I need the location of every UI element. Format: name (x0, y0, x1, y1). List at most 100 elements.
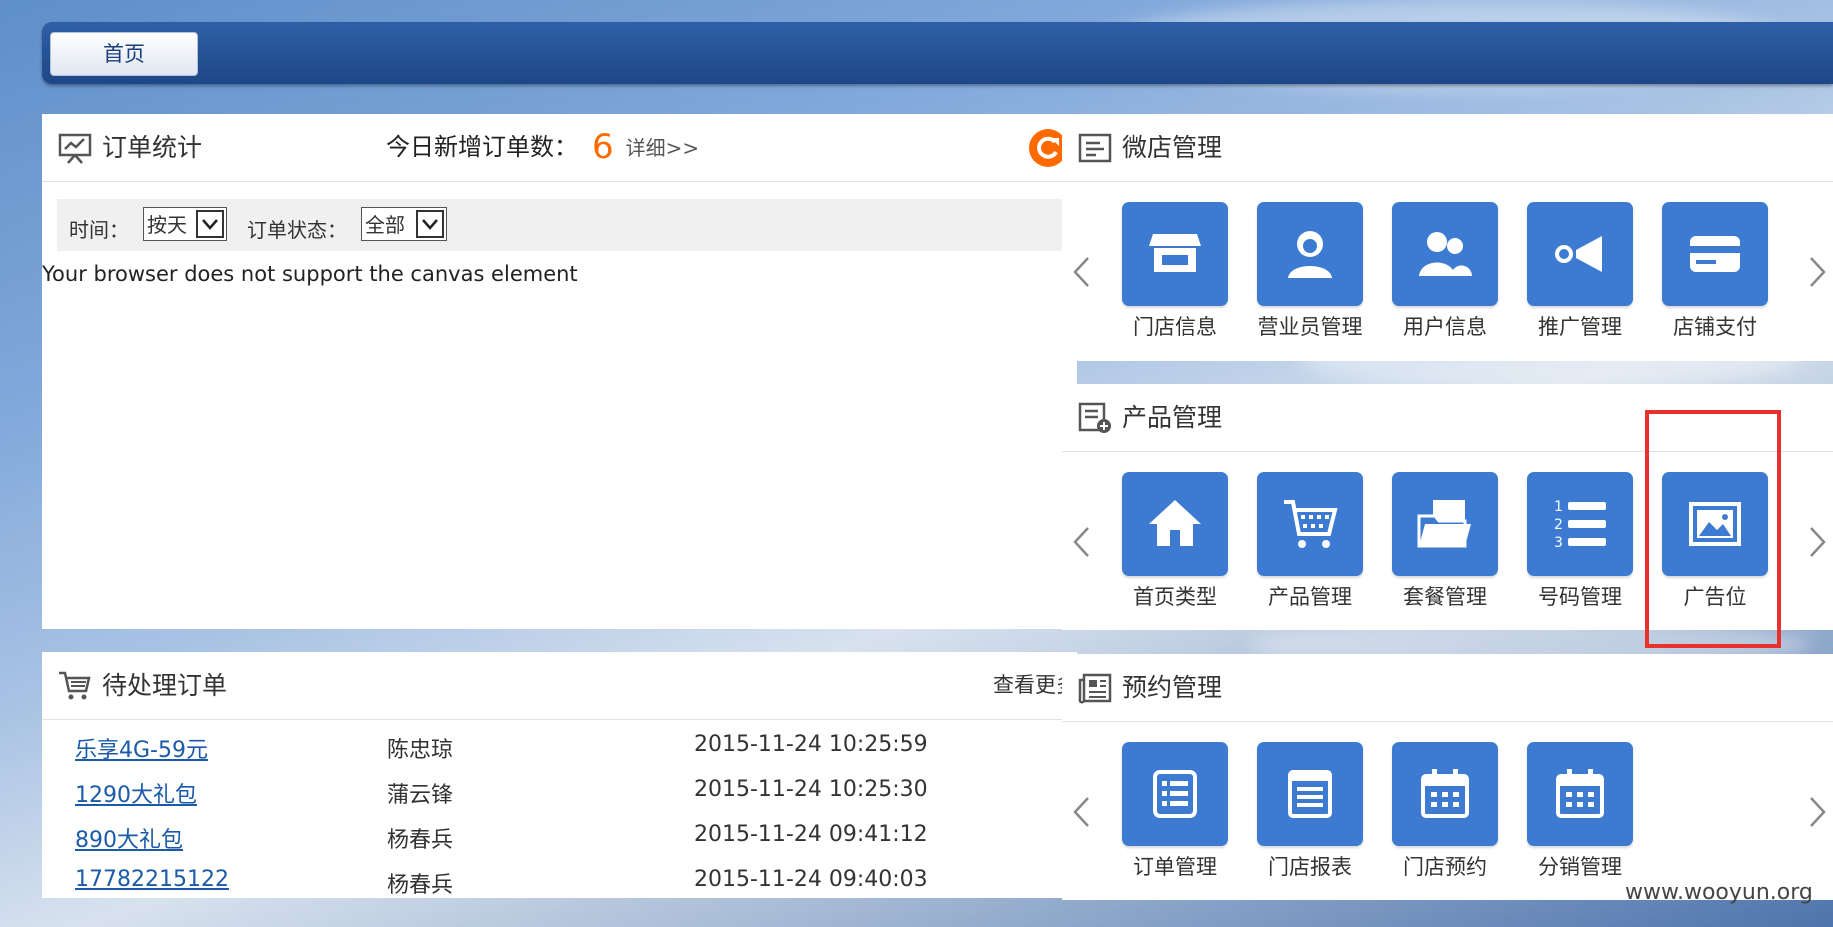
tile-label: 首页类型 (1133, 585, 1217, 609)
pending-orders-panel: 待处理订单 查看更多 乐享4G-59元 陈忠琼 2015-11-24 10:25… (42, 652, 1077, 898)
time-select-value: 按天 (147, 213, 187, 237)
newspaper-icon (1078, 673, 1112, 704)
presentation-chart-icon (58, 133, 92, 164)
list-doc-icon (1153, 770, 1197, 818)
tile-label: 号码管理 (1538, 585, 1622, 609)
tile-label: 用户信息 (1403, 315, 1487, 339)
chevron-right-icon[interactable] (1807, 254, 1829, 290)
chevron-down-icon (196, 210, 224, 238)
tile-button: 1 2 3 (1527, 472, 1633, 576)
booking-panel: 预约管理 订单管理 门店报表 门店预约 分销管理 (1062, 654, 1833, 900)
detail-link[interactable]: 详细>> (626, 136, 700, 160)
today-label: 今日新增订单数： (386, 133, 578, 161)
tile-label: 订单管理 (1133, 855, 1217, 879)
tile-button (1527, 742, 1633, 846)
panel-title: 产品管理 (1122, 403, 1223, 432)
tile-order-management[interactable]: 订单管理 (1122, 742, 1228, 881)
chevron-right-icon[interactable] (1807, 794, 1829, 830)
today-new-orders: 今日新增订单数： 6 详细>> (386, 114, 699, 182)
calendar-icon (1421, 769, 1469, 818)
filter-bar: 时间： 按天 订单状态： 全部 (57, 199, 1067, 251)
tile-promotion-management[interactable]: 推广管理 (1527, 202, 1633, 341)
tile-button (1122, 472, 1228, 576)
tile-label: 推广管理 (1538, 315, 1622, 339)
highlight-annotation-box (1645, 410, 1781, 648)
tile-user-info[interactable]: 用户信息 (1392, 202, 1498, 341)
tile-store-info[interactable]: 门店信息 (1122, 202, 1228, 341)
users-icon (1419, 232, 1472, 276)
tile-label: 营业员管理 (1257, 315, 1363, 339)
table-row: 乐享4G-59元 陈忠琼 2015-11-24 10:25:59 (42, 732, 1077, 777)
report-icon (1288, 770, 1332, 818)
time-label: 时间： (69, 218, 129, 242)
panel-header: 预约管理 (1062, 654, 1833, 722)
weidian-panel: 微店管理 门店信息 营业员管理 用户信息 推广管理 店铺支付 (1062, 114, 1833, 361)
tile-package-management[interactable]: 套餐管理 (1392, 472, 1498, 611)
order-customer: 杨春兵 (387, 873, 454, 898)
time-select[interactable]: 按天 (143, 207, 227, 241)
panel-header: 待处理订单 查看更多 (42, 652, 1077, 720)
list-add-icon (1078, 402, 1111, 433)
panel-title: 待处理订单 (102, 671, 228, 700)
chevron-right-icon[interactable] (1807, 524, 1829, 560)
tile-home-type[interactable]: 首页类型 (1122, 472, 1228, 611)
home-icon (1149, 500, 1201, 546)
calendar-icon (1556, 769, 1604, 818)
tile-button (1122, 202, 1228, 306)
tile-button (1392, 472, 1498, 576)
tile-button (1257, 742, 1363, 846)
svg-text:2: 2 (1554, 517, 1563, 533)
tile-number-management[interactable]: 1 2 3 号码管理 (1527, 472, 1633, 611)
chevron-left-icon[interactable] (1070, 254, 1092, 290)
order-customer: 陈忠琼 (387, 738, 454, 763)
tile-label: 门店信息 (1133, 315, 1217, 339)
tile-button (1122, 742, 1228, 846)
tile-label: 店铺支付 (1673, 315, 1757, 339)
tile-store-booking[interactable]: 门店预约 (1392, 742, 1498, 881)
store-icon (1149, 234, 1201, 272)
chevron-down-icon (416, 210, 444, 238)
order-product-link[interactable]: 1290大礼包 (75, 777, 197, 809)
status-label: 订单状态： (247, 218, 347, 242)
order-stats-panel: 订单统计 今日新增订单数： 6 详细>> 时间： 按天 订单状态： 全部 Your … (42, 114, 1077, 629)
order-product-link[interactable]: 17782215122 (75, 867, 229, 892)
tile-button (1392, 742, 1498, 846)
tile-label: 分销管理 (1538, 855, 1622, 879)
canvas-fallback-text: Your browser does not support the canvas… (42, 262, 578, 286)
cart-icon (1284, 500, 1338, 548)
tile-store-report[interactable]: 门店报表 (1257, 742, 1363, 881)
tile-button (1662, 202, 1768, 306)
watermark: www.wooyun.org (1625, 880, 1813, 905)
chevron-left-icon[interactable] (1070, 524, 1092, 560)
tile-carousel: 门店信息 营业员管理 用户信息 推广管理 店铺支付 (1062, 182, 1833, 352)
user-icon (1288, 231, 1332, 278)
tile-store-payment[interactable]: 店铺支付 (1662, 202, 1768, 341)
panel-header: 微店管理 (1062, 114, 1833, 182)
numbered-list-icon: 1 2 3 (1554, 499, 1606, 551)
order-product-link[interactable]: 890大礼包 (75, 822, 183, 854)
tile-label: 门店报表 (1268, 855, 1352, 879)
order-customer: 蒲云锋 (387, 783, 454, 808)
chevron-left-icon[interactable] (1070, 794, 1092, 830)
top-nav-bar: 首页 (42, 22, 1833, 84)
shop-doc-icon (1078, 133, 1112, 163)
shopping-cart-icon (59, 671, 91, 700)
today-count: 6 (592, 127, 614, 167)
status-select[interactable]: 全部 (361, 207, 447, 241)
tile-carousel: 订单管理 门店报表 门店预约 分销管理 (1062, 722, 1833, 892)
order-time: 2015-11-24 09:40:03 (694, 867, 928, 892)
table-row: 890大礼包 杨春兵 2015-11-24 09:41:12 (42, 822, 1077, 867)
order-customer: 杨春兵 (387, 828, 454, 853)
tile-staff-management[interactable]: 营业员管理 (1257, 202, 1363, 341)
order-time: 2015-11-24 09:41:12 (694, 822, 928, 847)
order-product-link[interactable]: 乐享4G-59元 (75, 732, 208, 764)
tile-distribution-management[interactable]: 分销管理 (1527, 742, 1633, 881)
tile-product-management[interactable]: 产品管理 (1257, 472, 1363, 611)
panel-title: 预约管理 (1122, 673, 1223, 702)
tile-label: 产品管理 (1268, 585, 1352, 609)
home-tab[interactable]: 首页 (50, 32, 198, 76)
tile-button (1257, 472, 1363, 576)
table-row: 17782215122 杨春兵 2015-11-24 09:40:03 (42, 867, 1077, 912)
folder-icon (1417, 500, 1471, 548)
panel-header: 订单统计 今日新增订单数： 6 详细>> (42, 114, 1077, 182)
